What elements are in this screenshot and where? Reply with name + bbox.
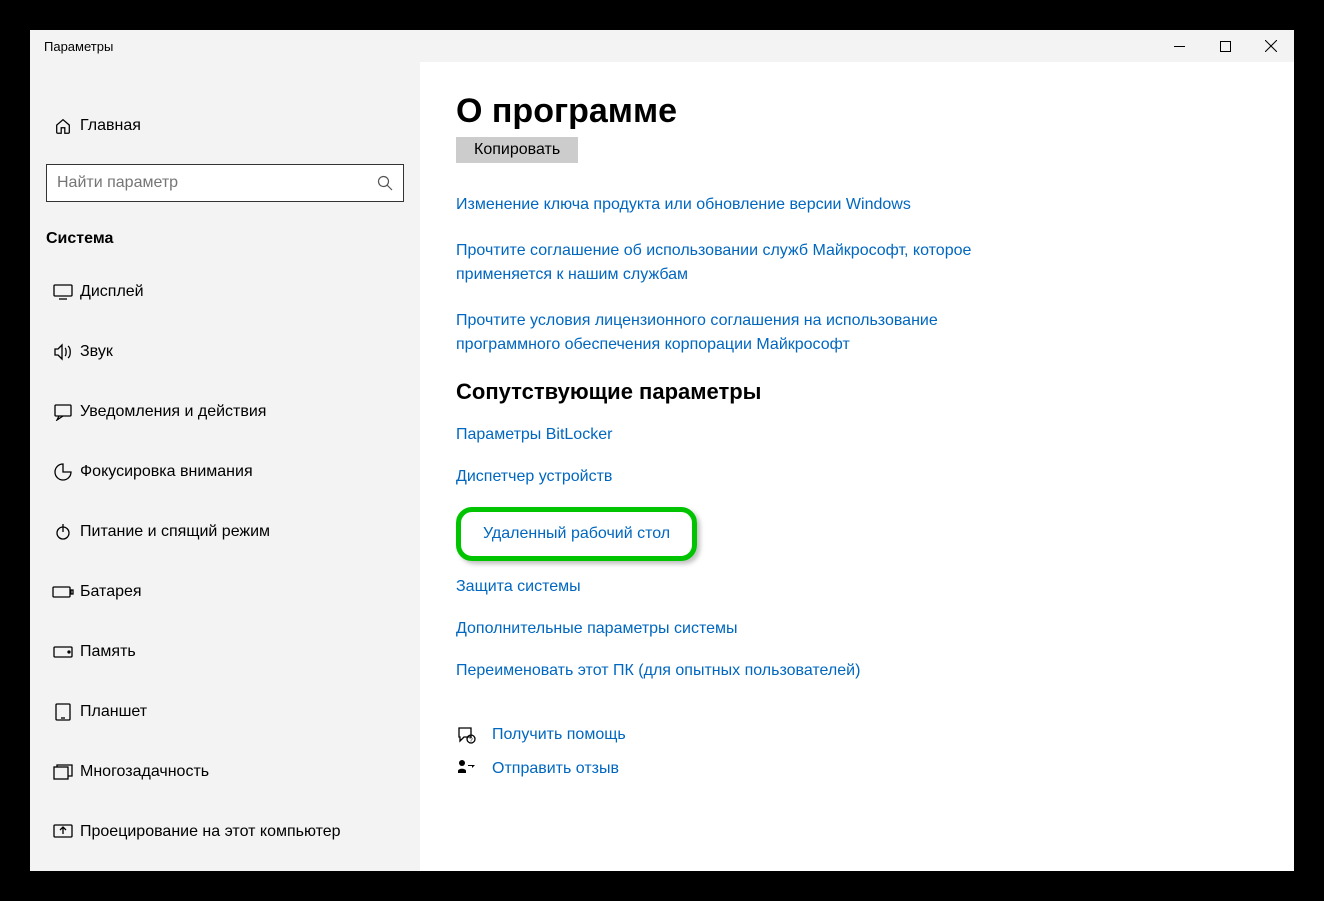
sidebar-label: Звук [80, 343, 113, 361]
sidebar-label: Память [80, 643, 136, 661]
sidebar-item-battery[interactable]: Батарея [30, 562, 420, 622]
page-title: О программе [456, 92, 1294, 131]
tablet-icon [46, 703, 80, 721]
display-icon [46, 284, 80, 300]
sidebar-item-projecting[interactable]: Проецирование на этот компьютер [30, 802, 420, 862]
search-icon [367, 175, 403, 191]
close-button[interactable] [1248, 30, 1294, 62]
window-body: Главная Система Дисплей Звук Уведомления… [30, 62, 1294, 871]
sidebar-label: Дисплей [80, 283, 144, 301]
sidebar-item-sound[interactable]: Звук [30, 322, 420, 382]
sidebar-label: Питание и спящий режим [80, 523, 270, 541]
sidebar-item-display[interactable]: Дисплей [30, 262, 420, 322]
sidebar-item-notifications[interactable]: Уведомления и действия [30, 382, 420, 442]
link-feedback[interactable]: Отправить отзыв [492, 757, 619, 781]
link-system-protection[interactable]: Защита системы [456, 575, 581, 599]
minimize-button[interactable] [1156, 30, 1202, 62]
copy-button[interactable]: Копировать [456, 137, 578, 163]
sidebar-label: Батарея [80, 583, 142, 601]
window-title: Параметры [30, 39, 1156, 54]
sidebar-label: Фокусировка внимания [80, 463, 253, 481]
search-input[interactable] [47, 174, 367, 192]
sidebar-label: Проецирование на этот компьютер [80, 823, 341, 841]
multitask-icon [46, 764, 80, 780]
sidebar-label: Уведомления и действия [80, 403, 266, 421]
sidebar-item-tablet[interactable]: Планшет [30, 682, 420, 742]
sidebar-label: Планшет [80, 703, 147, 721]
link-remote-desktop[interactable]: Удаленный рабочий стол [483, 522, 670, 546]
sidebar-item-multitask[interactable]: Многозадачность [30, 742, 420, 802]
sidebar-item-focus[interactable]: Фокусировка внимания [30, 442, 420, 502]
related-heading: Сопутствующие параметры [456, 379, 1294, 405]
link-advanced-settings[interactable]: Дополнительные параметры системы [456, 617, 737, 641]
power-icon [46, 523, 80, 541]
link-bitlocker[interactable]: Параметры BitLocker [456, 423, 612, 447]
home-nav[interactable]: Главная [30, 96, 420, 156]
link-device-manager[interactable]: Диспетчер устройств [456, 465, 612, 489]
storage-icon [46, 646, 80, 658]
link-product-key[interactable]: Изменение ключа продукта или обновление … [456, 193, 911, 217]
sidebar-item-power[interactable]: Питание и спящий режим [30, 502, 420, 562]
feedback-row[interactable]: Отправить отзыв [456, 757, 1294, 781]
settings-window: Параметры Главная Система Дисплей Звук [30, 30, 1294, 871]
sidebar-label: Многозадачность [80, 763, 209, 781]
focus-icon [46, 463, 80, 481]
link-services-agreement[interactable]: Прочтите соглашение об использовании слу… [456, 239, 1016, 287]
sound-icon [46, 343, 80, 361]
link-rename-pc[interactable]: Переименовать этот ПК (для опытных польз… [456, 659, 860, 683]
link-get-help[interactable]: Получить помощь [492, 723, 626, 747]
home-label: Главная [80, 117, 141, 135]
maximize-button[interactable] [1202, 30, 1248, 62]
help-icon: ? [456, 725, 492, 745]
content-pane: О программе Копировать Изменение ключа п… [420, 62, 1294, 871]
titlebar: Параметры [30, 30, 1294, 62]
sidebar: Главная Система Дисплей Звук Уведомления… [30, 62, 420, 871]
projecting-icon [46, 824, 80, 840]
get-help-row[interactable]: ? Получить помощь [456, 723, 1294, 747]
sidebar-item-storage[interactable]: Память [30, 622, 420, 682]
home-icon [46, 117, 80, 135]
notifications-icon [46, 403, 80, 421]
feedback-icon [456, 759, 492, 779]
category-heading: Система [30, 216, 420, 262]
battery-icon [46, 586, 80, 598]
highlighted-link: Удаленный рабочий стол [456, 507, 697, 561]
search-box[interactable] [46, 164, 404, 202]
link-license-terms[interactable]: Прочтите условия лицензионного соглашени… [456, 309, 1016, 357]
